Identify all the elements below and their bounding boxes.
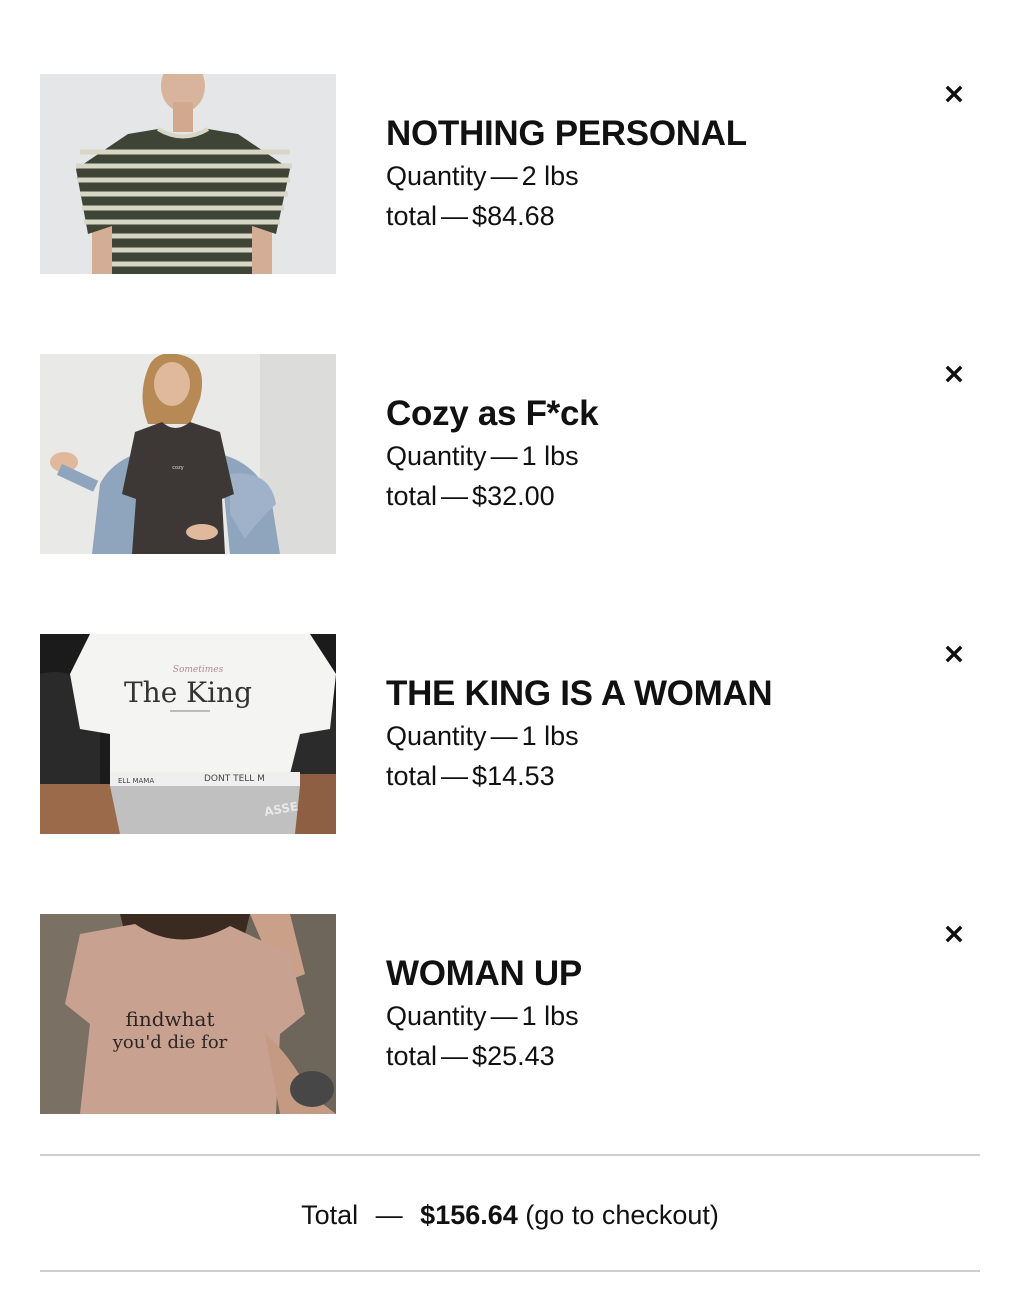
close-icon (945, 925, 963, 943)
close-icon (945, 85, 963, 103)
product-image-nothing-personal[interactable] (40, 74, 336, 274)
cart-item: Sometimes The King ELL MAMA DONT TELL M … (40, 634, 980, 834)
separator: — (441, 481, 469, 511)
product-info: THE KING IS A WOMAN Quantity —1 lbs total… (386, 672, 886, 796)
remove-item-button[interactable] (936, 916, 972, 952)
quantity-value: 1 lbs (521, 1001, 579, 1031)
svg-text:cozy: cozy (172, 465, 183, 471)
summary-bottom-divider (40, 1270, 980, 1272)
quantity-label: Quantity (386, 441, 487, 471)
separator: — (490, 1001, 518, 1031)
item-total-line: total — $32.00 (386, 476, 886, 516)
product-name[interactable]: WOMAN UP (386, 952, 886, 996)
separator: — (490, 441, 518, 471)
cart-item: findwhat you'd die for WOMAN UP Quantity… (40, 914, 980, 1114)
waistband-left-text: ELL MAMA (118, 777, 154, 785)
item-total-label: total (386, 201, 438, 231)
separator: — (441, 761, 469, 791)
item-total-line: total — $25.43 (386, 1036, 886, 1076)
product-info: WOMAN UP Quantity —1 lbs total — $25.43 (386, 952, 886, 1076)
quantity-line: Quantity —1 lbs (386, 436, 886, 476)
summary-top-divider (40, 1154, 980, 1156)
remove-item-button[interactable] (936, 636, 972, 672)
cart-total-row: Total — $156.64 (go to checkout) (40, 1190, 980, 1240)
item-total-value: $32.00 (472, 481, 555, 511)
cart-total-amount: $156.64 (420, 1200, 518, 1230)
quantity-value: 1 lbs (521, 441, 579, 471)
item-total-line: total — $14.53 (386, 756, 886, 796)
shirt-line-2-text: you'd die for (112, 1032, 228, 1053)
remove-item-button[interactable] (936, 76, 972, 112)
separator: — (441, 201, 469, 231)
product-info: Cozy as F*ck Quantity —1 lbs total — $32.00 (386, 392, 886, 516)
item-total-value: $25.43 (472, 1041, 555, 1071)
product-image-cozy-as-fck[interactable]: cozy (40, 354, 336, 554)
cart-item: NOTHING PERSONAL Quantity —2 lbs total — $8… (40, 74, 980, 274)
item-total-label: total (386, 761, 438, 791)
separator: — (375, 1200, 403, 1230)
remove-item-button[interactable] (936, 356, 972, 392)
close-icon (945, 365, 963, 383)
cart-item: cozy Cozy as F*ck Quantity —1 lbs total — $… (40, 354, 980, 554)
quantity-label: Quantity (386, 1001, 487, 1031)
separator: — (441, 1041, 469, 1071)
cart-total-label: Total (301, 1200, 359, 1230)
quantity-line: Quantity —2 lbs (386, 156, 886, 196)
separator: — (490, 161, 518, 191)
product-image-the-king-is-a-woman[interactable]: Sometimes The King ELL MAMA DONT TELL M … (40, 634, 336, 834)
item-total-value: $84.68 (472, 201, 555, 231)
waistband-right-text: DONT TELL M (204, 774, 265, 784)
item-total-line: total — $84.68 (386, 196, 886, 236)
shirt-script-text: Sometimes (173, 665, 224, 675)
item-total-label: total (386, 1041, 438, 1071)
product-name[interactable]: Cozy as F*ck (386, 392, 886, 436)
shirt-line-1-text: findwhat (126, 1007, 215, 1031)
item-total-label: total (386, 481, 438, 511)
quantity-line: Quantity —1 lbs (386, 716, 886, 756)
shirt-title-text: The King (124, 676, 252, 709)
product-name[interactable]: THE KING IS A WOMAN (386, 672, 886, 716)
product-image-woman-up[interactable]: findwhat you'd die for (40, 914, 336, 1114)
quantity-value: 1 lbs (521, 721, 579, 751)
product-info: NOTHING PERSONAL Quantity —2 lbs total — $8… (386, 112, 886, 236)
item-total-value: $14.53 (472, 761, 555, 791)
quantity-line: Quantity —1 lbs (386, 996, 886, 1036)
quantity-label: Quantity (386, 721, 487, 751)
quantity-value: 2 lbs (521, 161, 579, 191)
quantity-label: Quantity (386, 161, 487, 191)
separator: — (490, 721, 518, 751)
checkout-link[interactable]: (go to checkout) (525, 1200, 719, 1230)
product-name[interactable]: NOTHING PERSONAL (386, 112, 886, 156)
close-icon (945, 645, 963, 663)
